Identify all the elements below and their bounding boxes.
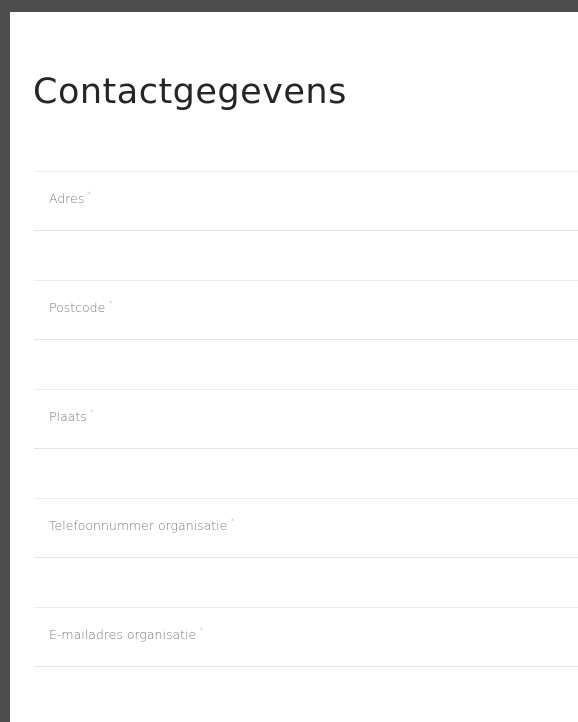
city-field[interactable]: Plaats * [34, 389, 578, 449]
page-title: Contactgegevens [33, 72, 347, 112]
email-label: E-mailadres organisatie * [49, 626, 204, 642]
required-marker: * [230, 517, 235, 526]
email-field[interactable]: E-mailadres organisatie * [34, 607, 578, 667]
postcode-label: Postcode * [49, 299, 113, 315]
required-marker: * [108, 299, 113, 308]
postcode-field[interactable]: Postcode * [34, 280, 578, 340]
city-label: Plaats * [49, 408, 94, 424]
phone-field[interactable]: Telefoonnummer organisatie * [34, 498, 578, 558]
address-field[interactable]: Adres * [34, 171, 578, 231]
required-marker: * [87, 190, 92, 199]
phone-label: Telefoonnummer organisatie * [49, 517, 235, 533]
required-marker: * [89, 408, 94, 417]
form-panel: Contactgegevens Adres * Postcode * Plaats *… [10, 12, 578, 722]
address-label: Adres * [49, 190, 92, 206]
required-marker: * [199, 626, 204, 635]
